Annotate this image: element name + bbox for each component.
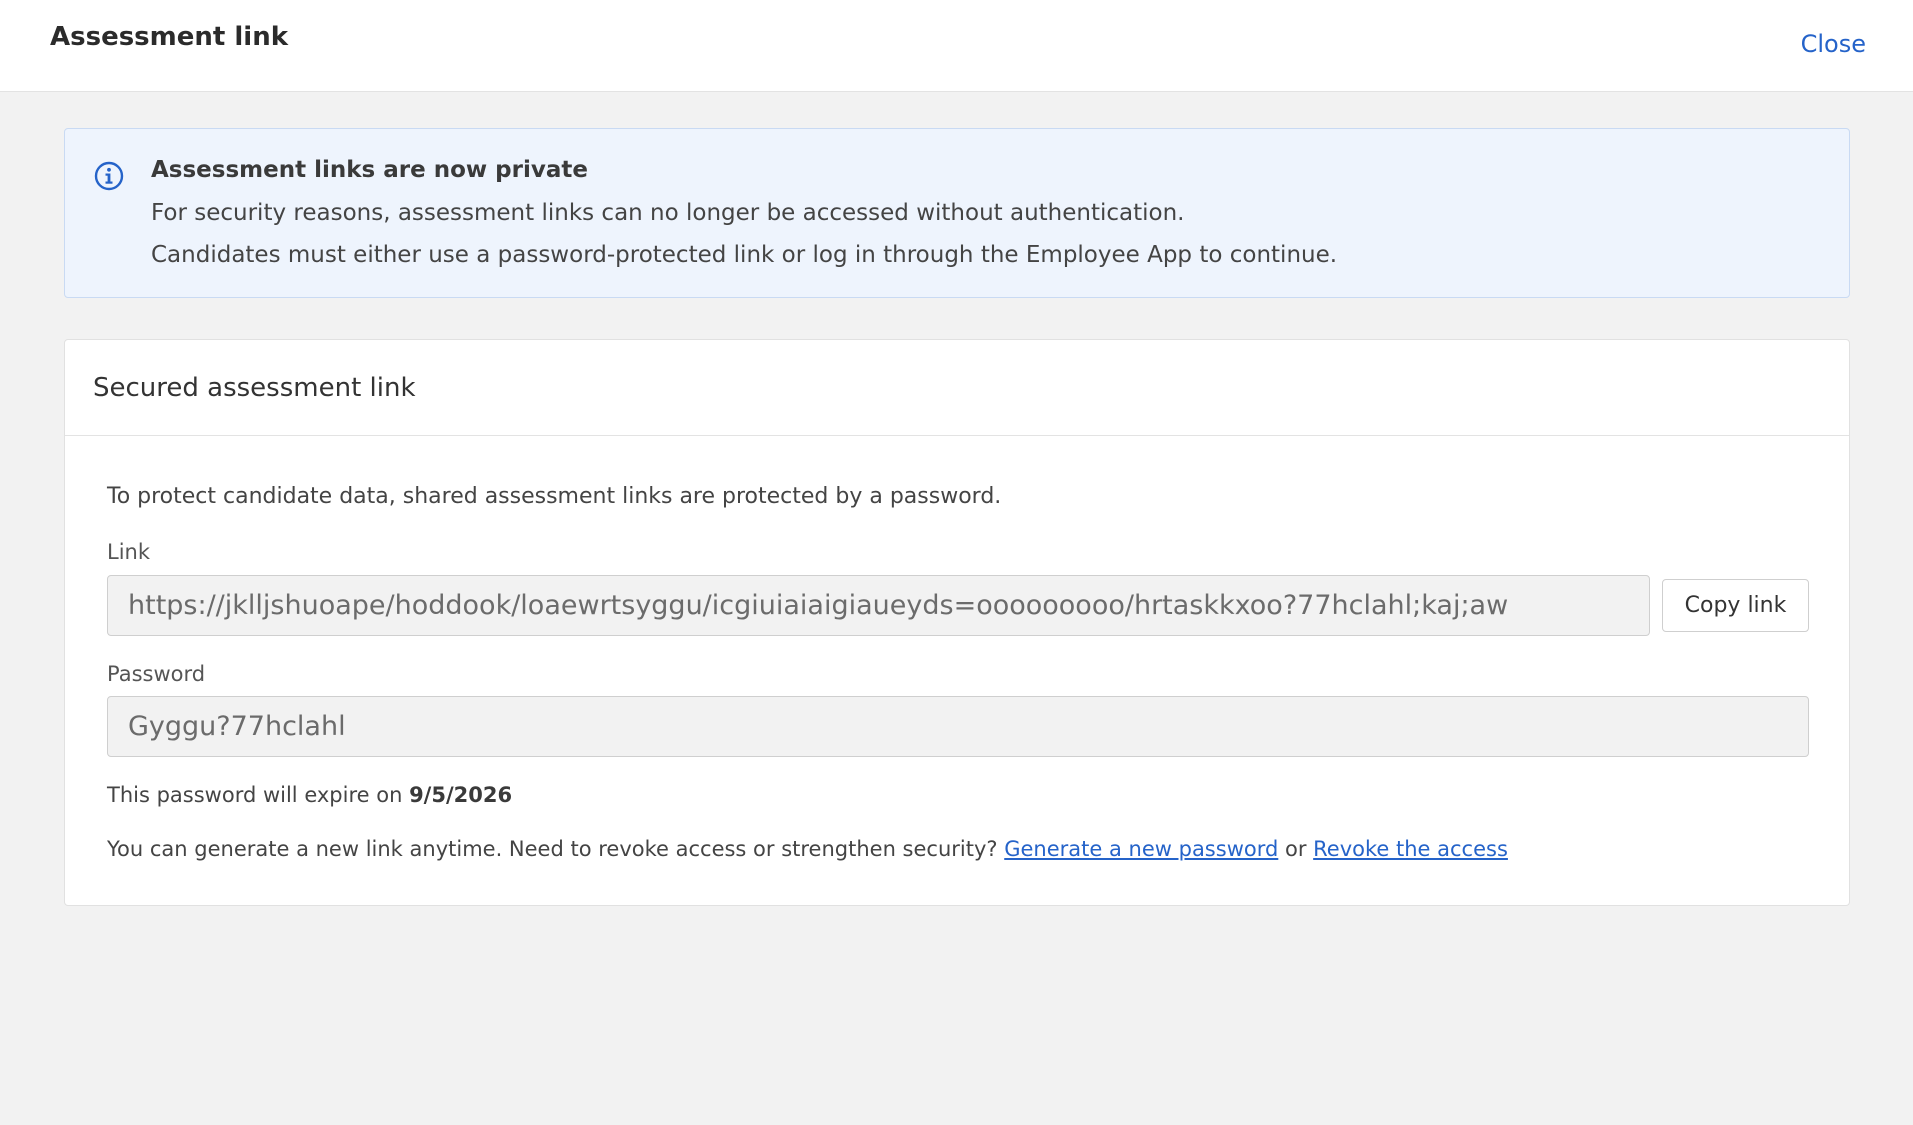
security-actions-text: You can generate a new link anytime. Nee… bbox=[107, 837, 1508, 861]
card-header: Secured assessment link bbox=[65, 340, 1849, 436]
expiry-prefix: This password will expire on bbox=[107, 783, 410, 807]
modal-header: Assessment link Close bbox=[0, 0, 1913, 92]
copy-link-button[interactable]: Copy link bbox=[1662, 579, 1809, 632]
info-banner: Assessment links are now private For sec… bbox=[64, 128, 1850, 298]
revoke-access-link[interactable]: Revoke the access bbox=[1313, 837, 1508, 861]
info-banner-title: Assessment links are now private bbox=[151, 157, 588, 183]
password-field[interactable]: Gyggu?77hclahl bbox=[107, 696, 1809, 757]
or-text: or bbox=[1278, 837, 1314, 861]
link-field[interactable]: https://jklljshuoape/hoddook/loaewrtsygg… bbox=[107, 575, 1650, 636]
secured-link-card: Secured assessment link To protect candi… bbox=[64, 339, 1850, 906]
info-banner-text-line2: Candidates must either use a password-pr… bbox=[151, 242, 1338, 268]
close-button[interactable]: Close bbox=[1801, 30, 1866, 58]
link-label: Link bbox=[107, 540, 151, 564]
card-description: To protect candidate data, shared assess… bbox=[107, 484, 1002, 509]
modal-title: Assessment link bbox=[50, 22, 288, 52]
card-title: Secured assessment link bbox=[93, 373, 416, 403]
info-banner-text-line1: For security reasons, assessment links c… bbox=[151, 200, 1185, 226]
generate-new-password-link[interactable]: Generate a new password bbox=[1004, 837, 1278, 861]
expiry-date: 9/5/2026 bbox=[409, 783, 513, 807]
password-label: Password bbox=[107, 662, 206, 686]
info-icon bbox=[94, 161, 124, 191]
security-actions-prefix: You can generate a new link anytime. Nee… bbox=[107, 837, 1005, 861]
password-expiry-text: This password will expire on 9/5/2026 bbox=[107, 783, 512, 807]
